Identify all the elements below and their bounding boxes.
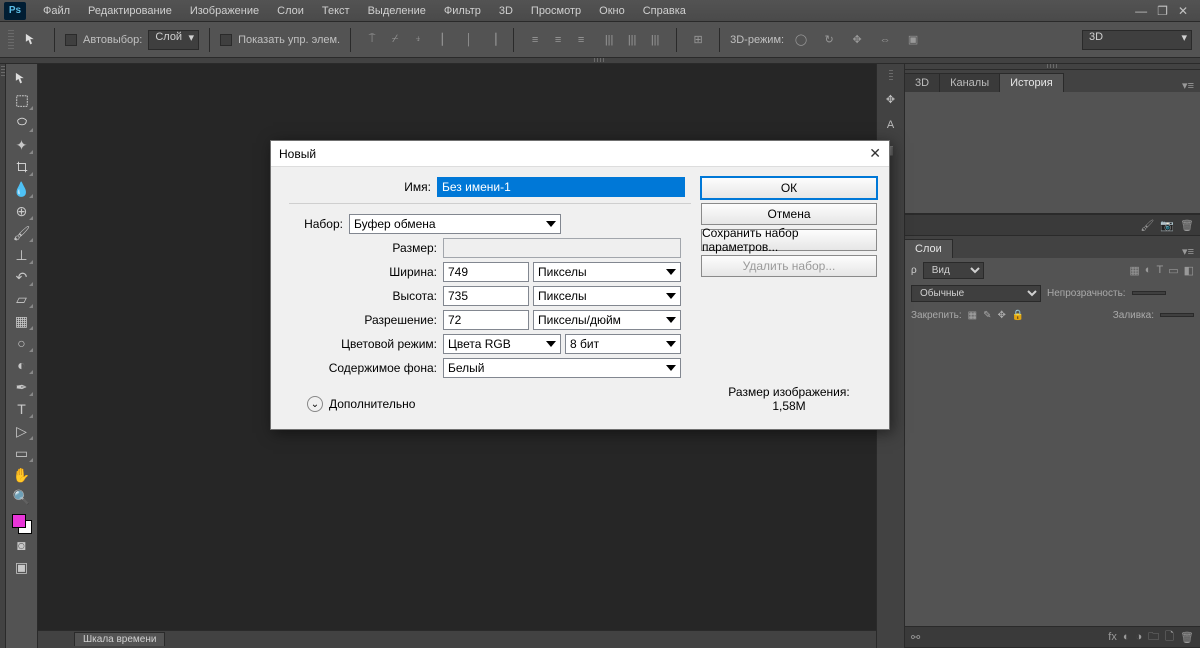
- resolution-input[interactable]: [443, 310, 529, 330]
- preset-dropdown[interactable]: Буфер обмена: [349, 214, 561, 234]
- image-size-value: 1,58M: [701, 399, 877, 413]
- delete-preset-button: Удалить набор...: [701, 255, 877, 277]
- dialog-close-icon[interactable]: ✕: [869, 145, 881, 162]
- cancel-button[interactable]: Отмена: [701, 203, 877, 225]
- background-label: Содержимое фона:: [289, 361, 443, 375]
- preset-label: Набор:: [289, 217, 349, 231]
- color-mode-label: Цветовой режим:: [289, 337, 443, 351]
- resolution-label: Разрешение:: [289, 313, 443, 327]
- width-unit-dropdown[interactable]: Пикселы: [533, 262, 681, 282]
- width-input[interactable]: [443, 262, 529, 282]
- height-unit-dropdown[interactable]: Пикселы: [533, 286, 681, 306]
- size-dropdown: [443, 238, 681, 258]
- name-label: Имя:: [283, 180, 437, 194]
- ok-button[interactable]: ОК: [701, 177, 877, 199]
- bit-depth-dropdown[interactable]: 8 бит: [565, 334, 681, 354]
- save-preset-button[interactable]: Сохранить набор параметров...: [701, 229, 877, 251]
- width-label: Ширина:: [289, 265, 443, 279]
- advanced-toggle[interactable]: ⌄ Дополнительно: [307, 396, 691, 412]
- resolution-unit-dropdown[interactable]: Пикселы/дюйм: [533, 310, 681, 330]
- dialog-title: Новый: [279, 147, 316, 161]
- height-input[interactable]: [443, 286, 529, 306]
- color-mode-dropdown[interactable]: Цвета RGB: [443, 334, 561, 354]
- size-label: Размер:: [289, 241, 443, 255]
- name-input[interactable]: [437, 177, 685, 197]
- height-label: Высота:: [289, 289, 443, 303]
- chevron-down-icon: ⌄: [307, 396, 323, 412]
- new-document-dialog: Новый ✕ Имя: Набор: Буфер обмена Размер:: [270, 140, 890, 430]
- background-dropdown[interactable]: Белый: [443, 358, 681, 378]
- image-size-label: Размер изображения:: [701, 385, 877, 399]
